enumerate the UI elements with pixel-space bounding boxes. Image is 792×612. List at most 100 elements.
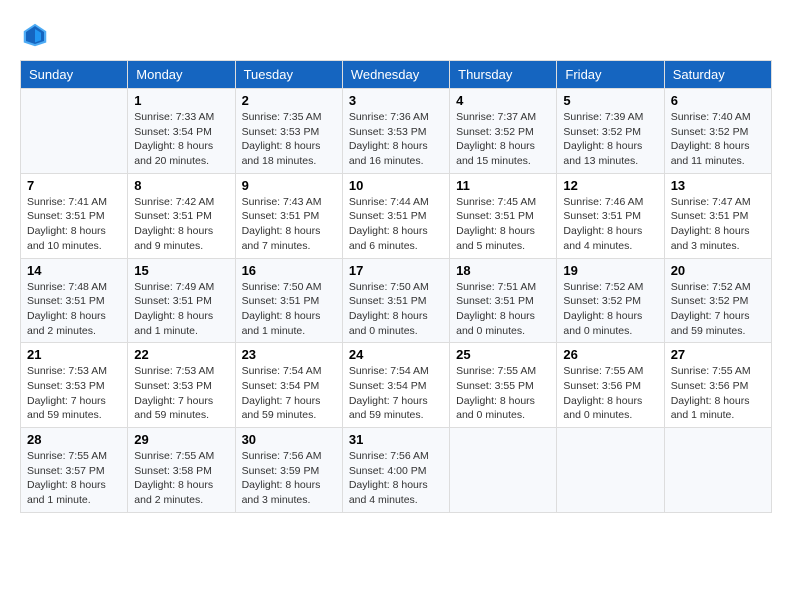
day-info: Sunrise: 7:49 AM Sunset: 3:51 PM Dayligh… xyxy=(134,280,228,339)
calendar-cell: 18 Sunrise: 7:51 AM Sunset: 3:51 PM Dayli… xyxy=(450,258,557,343)
calendar-cell: 19Sunrise: 7:52 AM Sunset: 3:52 PM Dayli… xyxy=(557,258,664,343)
calendar-cell: 17 Sunrise: 7:50 AM Sunset: 3:51 PM Dayli… xyxy=(342,258,449,343)
day-number: 10 xyxy=(349,178,443,193)
calendar-body: 1 Sunrise: 7:33 AM Sunset: 3:54 PM Daylig… xyxy=(21,89,772,513)
day-number: 22 xyxy=(134,347,228,362)
day-info: Sunrise: 7:54 AM Sunset: 3:54 PM Dayligh… xyxy=(242,364,336,423)
day-number: 2 xyxy=(242,93,336,108)
calendar-cell: 1 Sunrise: 7:33 AM Sunset: 3:54 PM Daylig… xyxy=(128,89,235,174)
column-header-sunday: Sunday xyxy=(21,61,128,89)
calendar-cell: 21 Sunrise: 7:53 AM Sunset: 3:53 PM Dayli… xyxy=(21,343,128,428)
day-info: Sunrise: 7:40 AM Sunset: 3:52 PM Dayligh… xyxy=(671,110,765,169)
day-number: 1 xyxy=(134,93,228,108)
calendar-cell: 10 Sunrise: 7:44 AM Sunset: 3:51 PM Dayli… xyxy=(342,173,449,258)
day-info: Sunrise: 7:43 AM Sunset: 3:51 PM Dayligh… xyxy=(242,195,336,254)
calendar-cell: 8Sunrise: 7:42 AM Sunset: 3:51 PM Daylig… xyxy=(128,173,235,258)
calendar-cell: 26 Sunrise: 7:55 AM Sunset: 3:56 PM Dayli… xyxy=(557,343,664,428)
day-info: Sunrise: 7:55 AM Sunset: 3:56 PM Dayligh… xyxy=(563,364,657,423)
day-info: Sunrise: 7:56 AM Sunset: 3:59 PM Dayligh… xyxy=(242,449,336,508)
page-header xyxy=(20,20,772,50)
calendar-cell: 25 Sunrise: 7:55 AM Sunset: 3:55 PM Dayli… xyxy=(450,343,557,428)
day-number: 30 xyxy=(242,432,336,447)
day-number: 5 xyxy=(563,93,657,108)
day-info: Sunrise: 7:50 AM Sunset: 3:51 PM Dayligh… xyxy=(349,280,443,339)
calendar-cell: 2 Sunrise: 7:35 AM Sunset: 3:53 PM Daylig… xyxy=(235,89,342,174)
day-number: 14 xyxy=(27,263,121,278)
calendar-header-row: SundayMondayTuesdayWednesdayThursdayFrid… xyxy=(21,61,772,89)
day-number: 26 xyxy=(563,347,657,362)
day-info: Sunrise: 7:36 AM Sunset: 3:53 PM Dayligh… xyxy=(349,110,443,169)
day-number: 6 xyxy=(671,93,765,108)
column-header-saturday: Saturday xyxy=(664,61,771,89)
day-info: Sunrise: 7:55 AM Sunset: 3:56 PM Dayligh… xyxy=(671,364,765,423)
calendar-cell: 9 Sunrise: 7:43 AM Sunset: 3:51 PM Daylig… xyxy=(235,173,342,258)
day-info: Sunrise: 7:39 AM Sunset: 3:52 PM Dayligh… xyxy=(563,110,657,169)
day-number: 24 xyxy=(349,347,443,362)
calendar-cell xyxy=(664,428,771,513)
calendar-cell: 11 Sunrise: 7:45 AM Sunset: 3:51 PM Dayli… xyxy=(450,173,557,258)
day-number: 3 xyxy=(349,93,443,108)
day-number: 16 xyxy=(242,263,336,278)
calendar-cell xyxy=(557,428,664,513)
day-info: Sunrise: 7:54 AM Sunset: 3:54 PM Dayligh… xyxy=(349,364,443,423)
week-row-4: 21 Sunrise: 7:53 AM Sunset: 3:53 PM Dayli… xyxy=(21,343,772,428)
day-number: 9 xyxy=(242,178,336,193)
day-info: Sunrise: 7:52 AM Sunset: 3:52 PM Dayligh… xyxy=(563,280,657,339)
day-info: Sunrise: 7:46 AM Sunset: 3:51 PM Dayligh… xyxy=(563,195,657,254)
day-info: Sunrise: 7:55 AM Sunset: 3:58 PM Dayligh… xyxy=(134,449,228,508)
day-number: 15 xyxy=(134,263,228,278)
day-number: 27 xyxy=(671,347,765,362)
column-header-thursday: Thursday xyxy=(450,61,557,89)
calendar-cell: 3 Sunrise: 7:36 AM Sunset: 3:53 PM Daylig… xyxy=(342,89,449,174)
week-row-3: 14 Sunrise: 7:48 AM Sunset: 3:51 PM Dayli… xyxy=(21,258,772,343)
day-info: Sunrise: 7:42 AM Sunset: 3:51 PM Dayligh… xyxy=(134,195,228,254)
day-info: Sunrise: 7:56 AM Sunset: 4:00 PM Dayligh… xyxy=(349,449,443,508)
day-info: Sunrise: 7:55 AM Sunset: 3:55 PM Dayligh… xyxy=(456,364,550,423)
calendar-cell: 15 Sunrise: 7:49 AM Sunset: 3:51 PM Dayli… xyxy=(128,258,235,343)
day-number: 13 xyxy=(671,178,765,193)
day-number: 28 xyxy=(27,432,121,447)
day-number: 25 xyxy=(456,347,550,362)
day-number: 11 xyxy=(456,178,550,193)
day-info: Sunrise: 7:55 AM Sunset: 3:57 PM Dayligh… xyxy=(27,449,121,508)
calendar-cell: 7Sunrise: 7:41 AM Sunset: 3:51 PM Daylig… xyxy=(21,173,128,258)
calendar-cell: 28 Sunrise: 7:55 AM Sunset: 3:57 PM Dayli… xyxy=(21,428,128,513)
day-info: Sunrise: 7:44 AM Sunset: 3:51 PM Dayligh… xyxy=(349,195,443,254)
calendar-cell: 30 Sunrise: 7:56 AM Sunset: 3:59 PM Dayli… xyxy=(235,428,342,513)
day-info: Sunrise: 7:51 AM Sunset: 3:51 PM Dayligh… xyxy=(456,280,550,339)
day-info: Sunrise: 7:37 AM Sunset: 3:52 PM Dayligh… xyxy=(456,110,550,169)
logo-icon xyxy=(20,20,50,50)
week-row-5: 28 Sunrise: 7:55 AM Sunset: 3:57 PM Dayli… xyxy=(21,428,772,513)
day-number: 20 xyxy=(671,263,765,278)
week-row-1: 1 Sunrise: 7:33 AM Sunset: 3:54 PM Daylig… xyxy=(21,89,772,174)
calendar-cell: 23 Sunrise: 7:54 AM Sunset: 3:54 PM Dayli… xyxy=(235,343,342,428)
calendar-cell: 24 Sunrise: 7:54 AM Sunset: 3:54 PM Dayli… xyxy=(342,343,449,428)
day-info: Sunrise: 7:53 AM Sunset: 3:53 PM Dayligh… xyxy=(134,364,228,423)
calendar-cell: 16 Sunrise: 7:50 AM Sunset: 3:51 PM Dayli… xyxy=(235,258,342,343)
calendar-cell: 12 Sunrise: 7:46 AM Sunset: 3:51 PM Dayli… xyxy=(557,173,664,258)
day-number: 23 xyxy=(242,347,336,362)
day-number: 18 xyxy=(456,263,550,278)
calendar-cell: 20 Sunrise: 7:52 AM Sunset: 3:52 PM Dayli… xyxy=(664,258,771,343)
day-number: 17 xyxy=(349,263,443,278)
day-info: Sunrise: 7:52 AM Sunset: 3:52 PM Dayligh… xyxy=(671,280,765,339)
day-info: Sunrise: 7:35 AM Sunset: 3:53 PM Dayligh… xyxy=(242,110,336,169)
day-info: Sunrise: 7:33 AM Sunset: 3:54 PM Dayligh… xyxy=(134,110,228,169)
day-info: Sunrise: 7:41 AM Sunset: 3:51 PM Dayligh… xyxy=(27,195,121,254)
column-header-wednesday: Wednesday xyxy=(342,61,449,89)
calendar-cell xyxy=(21,89,128,174)
day-number: 4 xyxy=(456,93,550,108)
calendar-cell: 27 Sunrise: 7:55 AM Sunset: 3:56 PM Dayli… xyxy=(664,343,771,428)
day-number: 12 xyxy=(563,178,657,193)
day-info: Sunrise: 7:53 AM Sunset: 3:53 PM Dayligh… xyxy=(27,364,121,423)
calendar-cell: 13Sunrise: 7:47 AM Sunset: 3:51 PM Dayli… xyxy=(664,173,771,258)
calendar: SundayMondayTuesdayWednesdayThursdayFrid… xyxy=(20,60,772,513)
day-number: 21 xyxy=(27,347,121,362)
day-number: 29 xyxy=(134,432,228,447)
logo xyxy=(20,20,54,50)
calendar-cell: 5 Sunrise: 7:39 AM Sunset: 3:52 PM Daylig… xyxy=(557,89,664,174)
calendar-cell: 6 Sunrise: 7:40 AM Sunset: 3:52 PM Daylig… xyxy=(664,89,771,174)
day-info: Sunrise: 7:48 AM Sunset: 3:51 PM Dayligh… xyxy=(27,280,121,339)
day-info: Sunrise: 7:45 AM Sunset: 3:51 PM Dayligh… xyxy=(456,195,550,254)
day-info: Sunrise: 7:50 AM Sunset: 3:51 PM Dayligh… xyxy=(242,280,336,339)
